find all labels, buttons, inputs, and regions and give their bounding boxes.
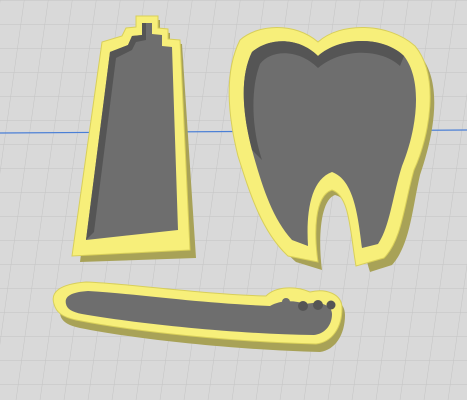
toothbrush-bristle-hole <box>282 298 290 306</box>
3d-viewport[interactable] <box>0 0 467 400</box>
toothbrush-bristle-hole <box>326 300 336 310</box>
toothbrush-bristle-hole <box>313 300 323 310</box>
toothbrush-bristle-hole <box>298 301 308 311</box>
build-plate-scene[interactable] <box>0 0 467 400</box>
